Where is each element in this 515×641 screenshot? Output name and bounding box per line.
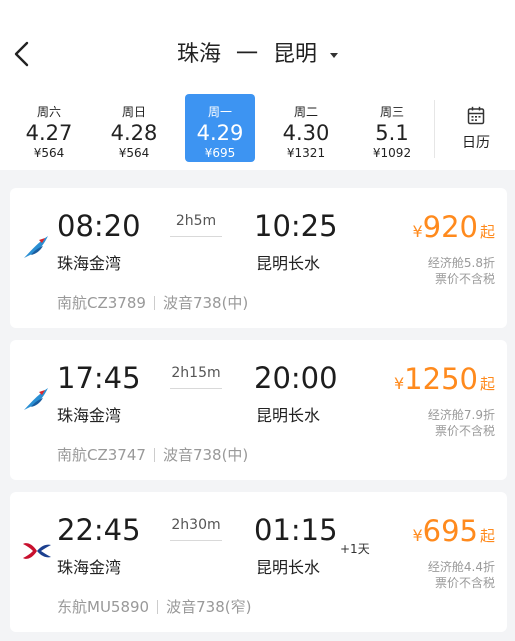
- date-lowest-price: ¥1321: [286, 146, 326, 160]
- departure-airport: 珠海金湾: [57, 254, 122, 273]
- divider: [153, 448, 155, 462]
- duration-line: [170, 540, 222, 541]
- arrival-airport: 昆明长水: [256, 254, 321, 273]
- departure-airport: 珠海金湾: [57, 558, 122, 577]
- china-southern-logo-icon: [24, 236, 48, 258]
- tax-note: 票价不含税: [434, 576, 495, 590]
- departure-airport: 珠海金湾: [57, 406, 122, 425]
- price: ¥1250 起: [394, 362, 495, 396]
- date-weekday: 周二: [293, 105, 318, 119]
- date-weekday: 周日: [121, 105, 146, 119]
- flight-number: 东航MU5890: [57, 598, 150, 616]
- arrival-airport: 昆明长水: [256, 558, 321, 577]
- price-suffix: 起: [479, 375, 495, 393]
- date-day: 5.1: [375, 121, 409, 145]
- flight-info: 南航CZ3789 波音738(中): [57, 294, 248, 312]
- cabin-discount: 经济舱5.8折: [427, 256, 495, 270]
- price-suffix: 起: [479, 223, 495, 241]
- price-amount: 695: [422, 514, 478, 548]
- aircraft-type: 波音738(中): [162, 294, 249, 312]
- date-day: 4.29: [196, 121, 244, 145]
- date-lowest-price: ¥564: [33, 146, 65, 160]
- aircraft-type: 波音738(窄): [166, 598, 252, 616]
- flight-card[interactable]: 22:45 珠海金湾 2h30m 01:15 昆明长水 +1天 ¥695 起 经济…: [10, 492, 507, 632]
- flight-info: 南航CZ3747 波音738(中): [57, 446, 248, 464]
- calendar-label: 日历: [462, 135, 490, 151]
- price: ¥695 起: [412, 514, 495, 548]
- cabin-discount: 经济舱4.4折: [427, 560, 495, 574]
- divider: [157, 600, 159, 614]
- date-strip: 周六 4.27 ¥564 周日 4.28 ¥564 周一 4.29 ¥695 周…: [0, 88, 515, 170]
- nav-bar: 珠海 一 昆明: [0, 0, 515, 88]
- date-tab-2-selected[interactable]: 周一 4.29 ¥695: [185, 94, 255, 162]
- date-lowest-price: ¥1092: [372, 146, 412, 160]
- date-day: 4.27: [25, 121, 73, 145]
- date-tab-1[interactable]: 周日 4.28 ¥564: [99, 94, 169, 162]
- flight-duration: 2h5m: [175, 213, 217, 229]
- arrival-airport: 昆明长水: [256, 406, 321, 425]
- aircraft-type: 波音738(中): [162, 446, 249, 464]
- date-tab-0[interactable]: 周六 4.27 ¥564: [14, 94, 84, 162]
- duration-line: [170, 236, 222, 237]
- departure-time: 17:45: [57, 361, 141, 395]
- price-amount: 1250: [404, 362, 478, 396]
- arrival-time: 20:00: [254, 361, 338, 395]
- destination-city: 昆明: [273, 42, 318, 67]
- price-currency: ¥: [393, 374, 405, 393]
- departure-time: 22:45: [57, 513, 141, 547]
- cabin-discount: 经济舱7.9折: [427, 408, 495, 422]
- departure-time: 08:20: [57, 209, 141, 243]
- flight-duration: 2h30m: [171, 517, 221, 533]
- date-lowest-price: ¥695: [204, 146, 236, 160]
- date-lowest-price: ¥564: [118, 146, 150, 160]
- tax-note: 票价不含税: [434, 272, 495, 286]
- date-day: 4.28: [110, 121, 158, 145]
- calendar-icon: [467, 106, 485, 125]
- divider: [434, 100, 435, 158]
- divider: [153, 296, 155, 310]
- route-separator: 一: [235, 42, 258, 67]
- origin-city: 珠海: [176, 42, 221, 67]
- arrival-time: 10:25: [254, 209, 338, 243]
- price-currency: ¥: [412, 526, 423, 545]
- date-tab-3[interactable]: 周二 4.30 ¥1321: [271, 94, 341, 162]
- flight-number: 南航CZ3747: [57, 446, 146, 464]
- date-tab-4[interactable]: 周三 5.1 ¥1092: [357, 94, 427, 162]
- flight-card[interactable]: 17:45 珠海金湾 2h15m 20:00 昆明长水 ¥1250 起 经济舱7.…: [10, 340, 507, 480]
- price-amount: 920: [422, 210, 478, 244]
- flight-duration: 2h15m: [171, 365, 221, 381]
- china-southern-logo-icon: [24, 388, 48, 410]
- date-weekday: 周一: [207, 105, 232, 119]
- calendar-button[interactable]: 日历: [440, 94, 512, 162]
- date-weekday: 周三: [379, 105, 404, 119]
- flight-info: 东航MU5890 波音738(窄): [57, 598, 251, 616]
- arrival-time: 01:15: [254, 513, 338, 547]
- flight-card[interactable]: 08:20 珠海金湾 2h5m 10:25 昆明长水 ¥920 起 经济舱5.8折…: [10, 188, 507, 328]
- date-weekday: 周六: [36, 105, 61, 119]
- price-suffix: 起: [479, 527, 495, 545]
- duration-line: [170, 388, 222, 389]
- caret-down-icon: [330, 52, 339, 58]
- price-currency: ¥: [412, 222, 423, 241]
- route-selector[interactable]: 珠海 一 昆明: [0, 40, 515, 70]
- flight-number: 南航CZ3789: [57, 294, 146, 312]
- date-day: 4.30: [282, 121, 330, 145]
- next-day-badge: +1天: [340, 542, 370, 556]
- price: ¥920 起: [412, 210, 495, 244]
- tax-note: 票价不含税: [434, 424, 495, 438]
- china-eastern-logo-icon: [23, 543, 51, 559]
